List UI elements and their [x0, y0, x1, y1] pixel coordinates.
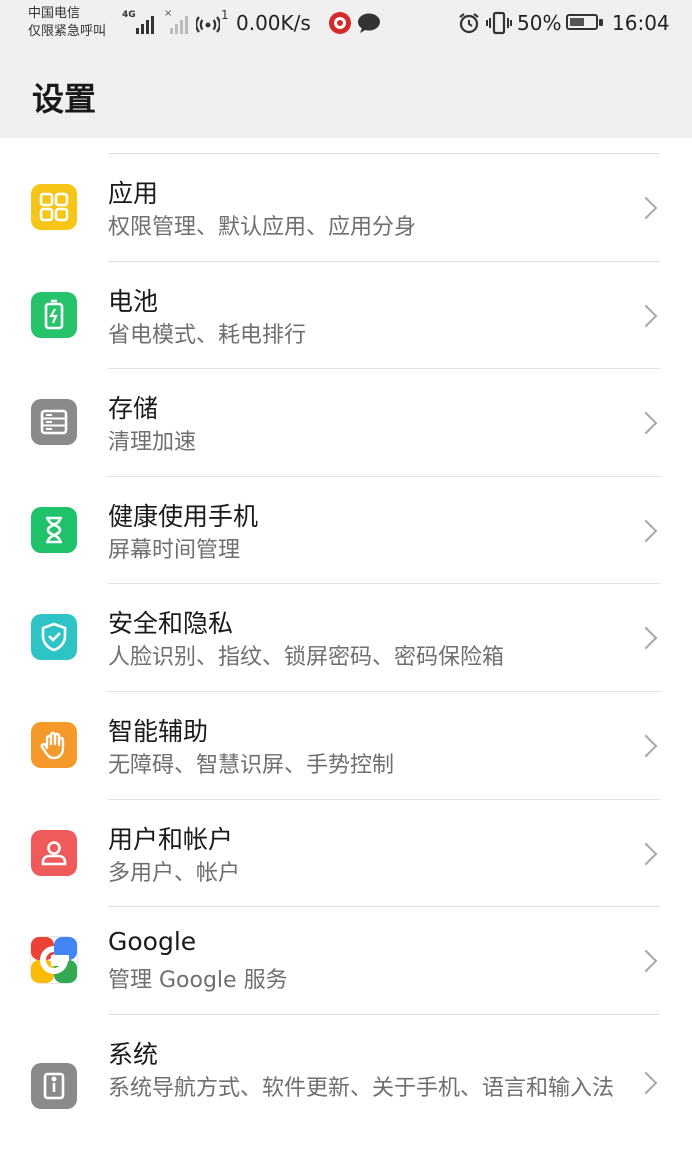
item-subtitle: 省电模式、耗电排行: [108, 322, 307, 348]
item-subtitle: 多用户、帐户: [108, 860, 241, 886]
emergency-only-text: 仅限紧急呼叫: [28, 24, 107, 39]
battery-charging-icon: [566, 14, 606, 32]
battery-icon: [31, 291, 77, 338]
chevron-right-icon: [634, 411, 658, 435]
hourglass-icon: [31, 506, 77, 553]
settings-item-battery[interactable]: 电池 省电模式、耗电排行: [0, 262, 692, 370]
chevron-right-icon: [634, 196, 658, 220]
item-subtitle: 管理 Google 服务: [108, 968, 288, 994]
settings-item-security-privacy[interactable]: 安全和隐私 人脸识别、指纹、锁屏密码、密码保险箱: [0, 584, 692, 692]
signal-no-service-icon: ×: [164, 8, 190, 34]
user-icon: [31, 829, 77, 876]
settings-item-system[interactable]: 系统 系统导航方式、软件更新、关于手机、语言和输入法: [0, 1015, 692, 1155]
item-title: 健康使用手机: [108, 501, 259, 531]
apps-grid-icon: [31, 184, 77, 230]
settings-item-users-accounts[interactable]: 用户和帐户 多用户、帐户: [0, 800, 692, 908]
item-subtitle: 人脸识别、指纹、锁屏密码、密码保险箱: [108, 645, 505, 671]
settings-item-digital-balance[interactable]: 健康使用手机 屏幕时间管理: [0, 477, 692, 585]
settings-item-smart-assistance[interactable]: 智能辅助 无障碍、智慧识屏、手势控制: [0, 692, 692, 800]
chevron-right-icon: [634, 627, 658, 650]
chevron-right-icon: [634, 842, 658, 865]
settings-list: 应用 权限管理、默认应用、应用分身 电池 省电模式、耗电排行 存储 清理加速 健…: [0, 154, 692, 1155]
item-title: 系统: [108, 1039, 159, 1069]
item-title: 存储: [108, 394, 159, 424]
alarm-icon: [457, 11, 481, 35]
clock-time: 16:04: [612, 11, 670, 35]
item-subtitle: 清理加速: [108, 430, 197, 456]
app-notification-icon: [329, 12, 351, 34]
chevron-right-icon: [634, 519, 658, 543]
vibrate-icon: [485, 11, 513, 35]
storage-icon: [31, 399, 77, 446]
settings-item-apps[interactable]: 应用 权限管理、默认应用、应用分身: [0, 154, 692, 262]
settings-item-storage[interactable]: 存储 清理加速: [0, 369, 692, 477]
status-bar: 中国电信 仅限紧急呼叫 4G × 1 0.00K/s 50% 16:04: [0, 0, 692, 46]
battery-percent: 50%: [517, 11, 562, 35]
chevron-right-icon: [634, 734, 658, 758]
chevron-right-icon: [634, 949, 658, 973]
item-subtitle: 无障碍、智慧识屏、手势控制: [108, 752, 395, 778]
item-title: 电池: [108, 286, 159, 316]
item-title: Google: [108, 927, 197, 957]
settings-item-google[interactable]: Google 管理 Google 服务: [0, 907, 692, 1015]
item-title: 应用: [108, 179, 159, 208]
info-icon: [31, 1062, 77, 1109]
page-title: 设置: [32, 80, 97, 118]
hand-icon: [31, 721, 77, 768]
item-title: 安全和隐私: [108, 609, 234, 639]
chevron-right-icon: [634, 1071, 658, 1095]
item-title: 智能辅助: [108, 716, 209, 746]
chevron-right-icon: [634, 304, 658, 327]
message-icon: [357, 12, 381, 34]
item-subtitle: 权限管理、默认应用、应用分身: [108, 215, 417, 240]
hotspot-icon: 1: [195, 8, 232, 35]
item-subtitle: 系统导航方式、软件更新、关于手机、语言和输入法: [108, 1075, 615, 1101]
carrier-name: 中国电信: [28, 6, 81, 21]
hotspot-count: 1: [221, 8, 229, 22]
network-speed: 0.00K/s: [236, 11, 311, 35]
carrier-info: 中国电信 仅限紧急呼叫: [28, 5, 106, 41]
signal-4g-icon: 4G: [122, 10, 156, 34]
shield-check-icon: [31, 614, 77, 661]
google-icon: [31, 937, 77, 984]
network-type-label: 4G: [122, 10, 136, 20]
item-title: 用户和帐户: [108, 824, 234, 854]
item-subtitle: 屏幕时间管理: [108, 537, 241, 563]
page-header: 设置: [0, 46, 692, 138]
